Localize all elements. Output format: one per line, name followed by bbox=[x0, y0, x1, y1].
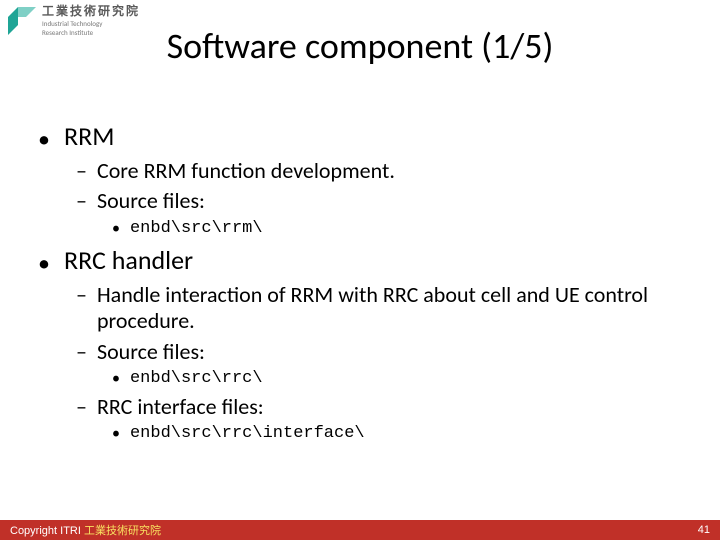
bullet-text: Core RRM function development. bbox=[97, 158, 395, 184]
copyright: Copyright ITRI 工業技術研究院 bbox=[10, 522, 161, 538]
list-item: • enbd\src\rrc\interface\ bbox=[112, 424, 682, 443]
bullet-icon: – bbox=[76, 160, 87, 182]
bullet-list: •RRM–Core RRM function development.–Sour… bbox=[38, 120, 682, 443]
list-item: •RRC handler–Handle interaction of RRM w… bbox=[38, 244, 682, 444]
bullet-text: enbd\src\rrm\ bbox=[130, 219, 263, 238]
bullet-text: Handle interaction of RRM with RRC about… bbox=[97, 282, 682, 335]
copyright-cjk: 工業技術研究院 bbox=[84, 525, 161, 537]
bullet-text: Source files: bbox=[97, 339, 205, 365]
bullet-text: enbd\src\rrc\ bbox=[130, 369, 263, 388]
logo-cjk: 工業技術研究院 bbox=[42, 6, 140, 18]
page-number: 41 bbox=[698, 524, 710, 536]
bullet-icon: – bbox=[76, 396, 87, 418]
bullet-icon: • bbox=[38, 128, 50, 152]
footer-bar: Copyright ITRI 工業技術研究院 41 bbox=[0, 520, 720, 540]
list-item: –RRC interface files: • enbd\src\rrc\inter… bbox=[76, 394, 682, 443]
bullet-text: RRC handler bbox=[64, 244, 193, 276]
bullet-icon: • bbox=[112, 371, 120, 387]
bullet-text: RRM bbox=[64, 120, 114, 152]
bullet-text: Source files: bbox=[97, 188, 205, 214]
bullet-icon: • bbox=[38, 252, 50, 276]
bullet-icon: – bbox=[76, 341, 87, 363]
bullet-text: RRC interface files: bbox=[97, 394, 264, 420]
bullet-icon: • bbox=[112, 426, 120, 442]
list-item: • enbd\src\rrc\ bbox=[112, 369, 682, 388]
copyright-prefix: Copyright ITRI bbox=[10, 525, 84, 537]
bullet-icon: – bbox=[76, 190, 87, 212]
content: •RRM–Core RRM function development.–Sour… bbox=[38, 120, 682, 449]
bullet-list: • enbd\src\rrm\ bbox=[112, 219, 682, 238]
bullet-list: –Handle interaction of RRM with RRC abou… bbox=[76, 282, 682, 444]
bullet-text: enbd\src\rrc\interface\ bbox=[130, 424, 365, 443]
bullet-icon: – bbox=[76, 284, 87, 306]
bullet-list: –Core RRM function development.–Source f… bbox=[76, 158, 682, 238]
list-item: –Handle interaction of RRM with RRC abou… bbox=[76, 282, 682, 335]
list-item: –Source files: • enbd\src\rrm\ bbox=[76, 188, 682, 237]
bullet-list: • enbd\src\rrc\interface\ bbox=[112, 424, 682, 443]
slide-title: Software component (1/5) bbox=[0, 24, 720, 68]
list-item: –Source files: • enbd\src\rrc\ bbox=[76, 339, 682, 388]
list-item: •RRM–Core RRM function development.–Sour… bbox=[38, 120, 682, 238]
slide: 工業技術研究院 Industrial Technology Research I… bbox=[0, 0, 720, 540]
list-item: –Core RRM function development. bbox=[76, 158, 682, 184]
list-item: • enbd\src\rrm\ bbox=[112, 219, 682, 238]
bullet-list: • enbd\src\rrc\ bbox=[112, 369, 682, 388]
bullet-icon: • bbox=[112, 221, 120, 237]
